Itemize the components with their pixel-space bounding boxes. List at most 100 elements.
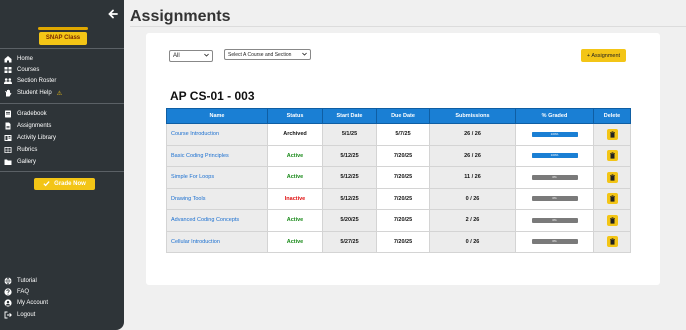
column-header-due-date[interactable]: Due Date <box>376 108 430 124</box>
assignment-name-link[interactable]: Basic Coding Principles <box>166 144 268 167</box>
course-section-value: Select A Course and Section <box>228 51 292 58</box>
start-date: 5/1/25 <box>322 123 377 146</box>
gradebook-icon <box>4 110 12 118</box>
graded-progress-bar: 0% <box>531 239 578 245</box>
column-header-name[interactable]: Name <box>166 108 268 124</box>
delete-button[interactable] <box>606 171 618 183</box>
trash-icon <box>609 195 615 202</box>
graded-cell: 0% <box>515 166 594 189</box>
due-date: 7/20/25 <box>376 209 430 232</box>
courses-icon <box>4 66 12 74</box>
chevron-down-icon <box>204 53 209 59</box>
status-badge: Archived <box>283 131 307 138</box>
start-date: 5/12/25 <box>322 166 377 189</box>
course-section-select[interactable]: Select A Course and Section <box>224 49 311 60</box>
graded-progress-bar: 0% <box>531 174 578 180</box>
column-header-status[interactable]: Status <box>267 108 323 124</box>
start-date: 5/27/25 <box>322 230 377 253</box>
sidebar-item-activity-library[interactable]: Activity Library <box>4 133 56 143</box>
due-date: 7/20/25 <box>376 144 430 167</box>
sidebar-item-gradebook[interactable]: Gradebook <box>4 109 47 119</box>
sidebar-item-rubrics[interactable]: Rubrics <box>4 145 37 155</box>
status-text: Active <box>267 209 323 232</box>
status-badge: Active <box>286 238 304 245</box>
sidebar-item-assignments[interactable]: Assignments <box>4 121 51 131</box>
due-date: 7/20/25 <box>376 187 430 210</box>
sidebar-item-gallery[interactable]: Gallery <box>4 157 36 167</box>
due-date: 5/7/25 <box>376 123 430 146</box>
graded-percent-label: 100% <box>550 153 559 158</box>
section-title: AP CS-01 - 003 <box>170 89 255 103</box>
status-text: Archived <box>267 123 323 146</box>
delete-button[interactable] <box>606 150 618 162</box>
graded-progress-bar: 0% <box>531 217 578 223</box>
delete-cell <box>593 144 631 167</box>
trash-icon <box>609 131 615 138</box>
sidebar-item-label: Gradebook <box>17 111 47 117</box>
logout-icon <box>4 311 12 319</box>
assignment-name-link[interactable]: Cellular Introduction <box>166 230 268 253</box>
graded-cell: 100% <box>515 144 594 167</box>
graded-percent-label: 100% <box>550 131 559 136</box>
sidebar-item-my-account[interactable]: My Account <box>4 298 48 308</box>
add-assignment-button[interactable]: + Assignment <box>581 49 626 62</box>
table-row: Course Introduction Archived 5/1/25 5/7/25 2… <box>166 123 631 146</box>
divider <box>0 48 124 49</box>
sidebar-item-label: Activity Library <box>17 135 57 141</box>
assignment-name-link[interactable]: Advanced Coding Concepts <box>166 209 268 232</box>
logo: SNAP Class <box>39 32 87 45</box>
column-header-graded[interactable]: % Graded <box>515 108 594 124</box>
assignment-name-link[interactable]: Course Introduction <box>166 123 268 146</box>
start-date: 5/20/25 <box>322 209 377 232</box>
table-row: Advanced Coding Concepts Active 5/20/25 7/2… <box>166 209 631 232</box>
status-badge: Active <box>286 152 304 159</box>
table-header-row: Name Status Start Date Due Date Submissi… <box>166 108 631 124</box>
graded-progress-bar: 100% <box>531 153 578 159</box>
graded-percent-label: 0% <box>552 174 557 179</box>
submissions-count: 26 / 26 <box>429 144 516 167</box>
sidebar-item-faq[interactable]: FAQ <box>4 287 29 297</box>
sidebar-item-section-roster[interactable]: Section Roster <box>4 76 56 86</box>
logo-pencil <box>38 27 88 30</box>
status-badge: Active <box>286 174 304 181</box>
divider <box>0 171 124 172</box>
status-badge: Active <box>286 217 304 224</box>
sidebar-item-label: Tutorial <box>17 278 37 284</box>
graded-progress-bar: 100% <box>531 131 578 137</box>
graded-percent-label: 0% <box>552 217 557 222</box>
status-filter-select[interactable]: All <box>169 50 213 62</box>
column-header-start-date[interactable]: Start Date <box>322 108 377 124</box>
graded-percent-label: 0% <box>552 239 557 244</box>
submissions-count: 11 / 26 <box>429 166 516 189</box>
delete-cell <box>593 166 631 189</box>
hand-icon <box>4 89 12 97</box>
sidebar-item-courses[interactable]: Courses <box>4 65 39 75</box>
grade-now-button[interactable]: Grade Now <box>34 178 95 190</box>
submissions-count: 2 / 26 <box>429 209 516 232</box>
gallery-icon <box>4 158 12 166</box>
arrow-left-icon[interactable] <box>107 7 119 19</box>
sidebar-item-student-help[interactable]: Student Help ⚠ <box>4 88 62 98</box>
sidebar-item-label: FAQ <box>17 289 30 295</box>
submissions-count: 0 / 26 <box>429 187 516 210</box>
sidebar-item-tutorial[interactable]: Tutorial <box>4 276 37 286</box>
assignment-name-link[interactable]: Drawing Tools <box>166 187 268 210</box>
delete-cell <box>593 187 631 210</box>
delete-button[interactable] <box>606 214 618 226</box>
sidebar-item-home[interactable]: Home <box>4 54 33 64</box>
sidebar-item-label: Rubrics <box>17 147 38 153</box>
column-header-submissions[interactable]: Submissions <box>429 108 516 124</box>
delete-button[interactable] <box>606 193 618 205</box>
delete-button[interactable] <box>606 128 618 140</box>
sidebar-item-label: Student Help <box>17 90 52 96</box>
table-row: Drawing Tools Inactive 5/12/25 7/20/25 0 / 2… <box>166 187 631 210</box>
submissions-count: 26 / 26 <box>429 123 516 146</box>
assignment-name-link[interactable]: Simple For Loops <box>166 166 268 189</box>
rubrics-icon <box>4 146 12 154</box>
delete-button[interactable] <box>606 236 618 248</box>
check-icon <box>43 180 50 189</box>
assignments-icon <box>4 122 12 130</box>
sidebar-item-label: Section Roster <box>17 78 57 84</box>
start-date: 5/12/25 <box>322 187 377 210</box>
sidebar-item-logout[interactable]: Logout <box>4 310 35 320</box>
